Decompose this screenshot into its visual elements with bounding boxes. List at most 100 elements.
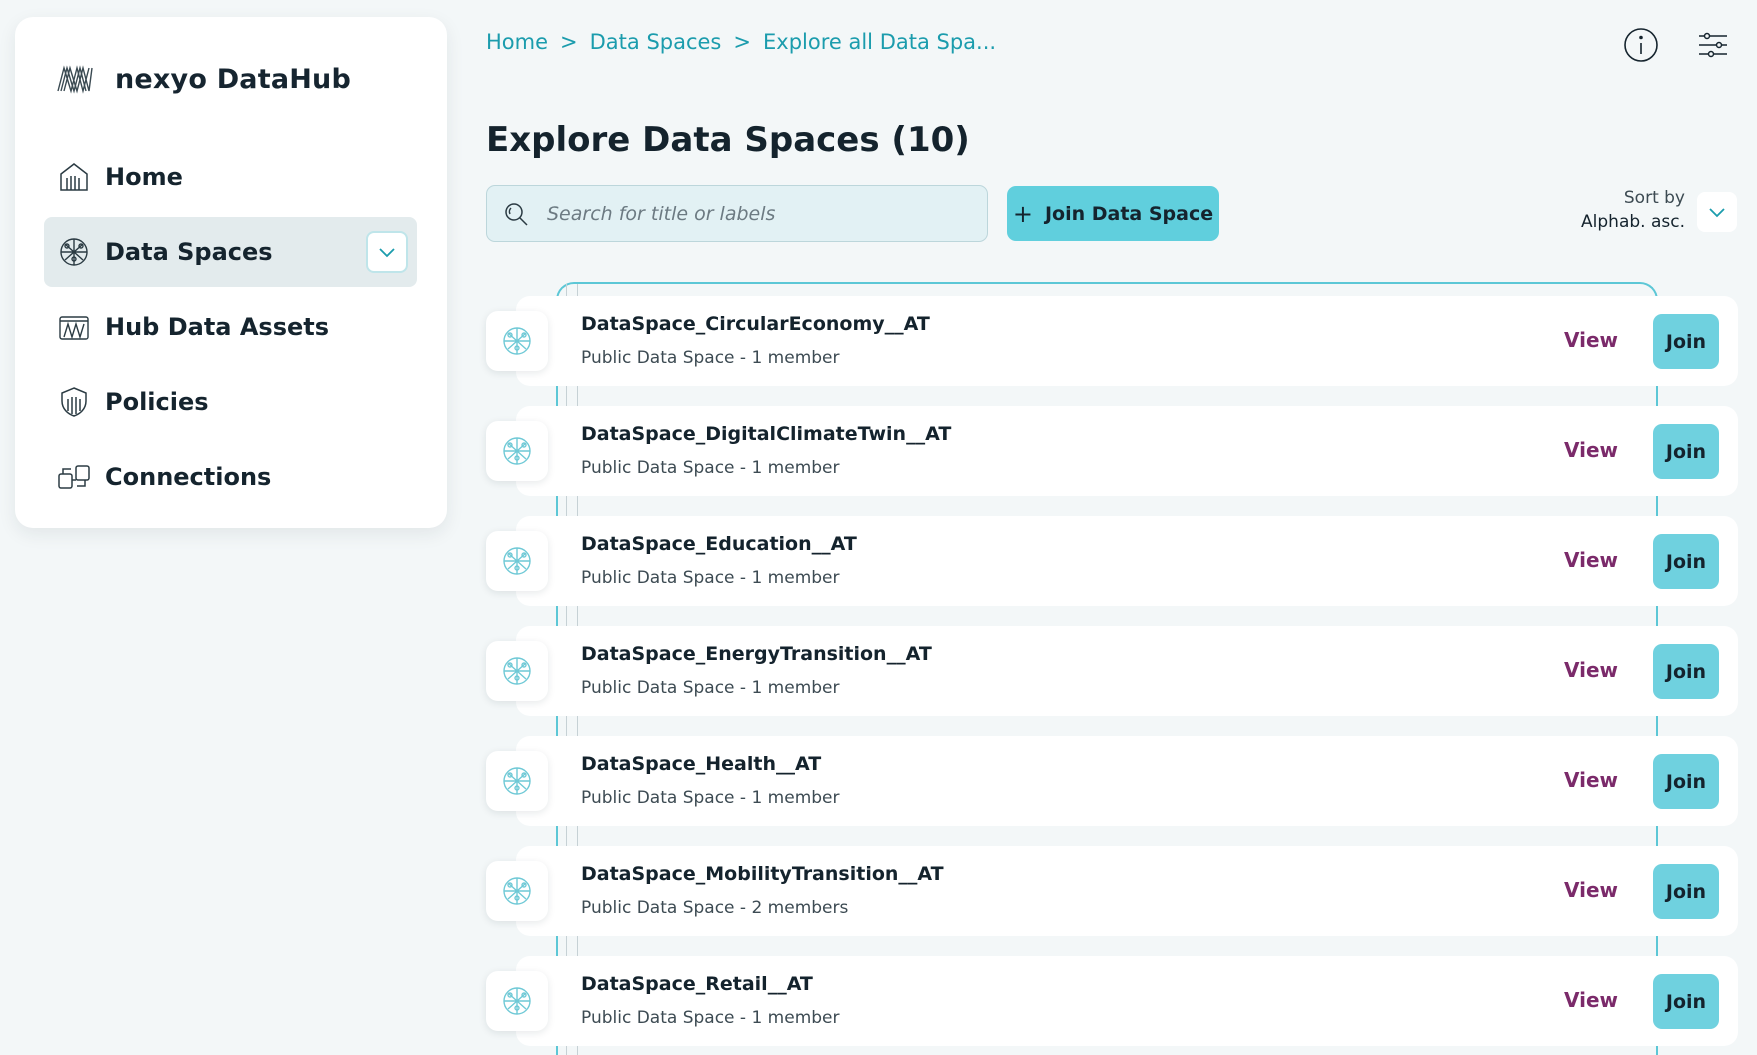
sidebar-item-label: Connections [105,463,272,491]
list-item-card [516,626,1738,716]
expand-submenu-button[interactable] [366,231,408,273]
plug-icon [58,465,90,489]
sidebar-item-data-spaces[interactable]: Data Spaces [44,217,417,287]
breadcrumb-separator: > [560,30,578,54]
sidebar-item-policies[interactable]: Policies [44,367,417,437]
data-space-subtitle: Public Data Space - 1 member [581,458,840,478]
home-icon [60,163,88,191]
view-button[interactable]: View [1564,548,1618,572]
globe-network-icon [503,767,531,795]
data-space-title: DataSpace_Health__AT [581,753,822,775]
sort-value: Alphab. asc. [1581,212,1685,232]
list-item-card [516,846,1738,936]
list-item: DataSpace_EnergyTransition__AT Public Da… [486,626,1738,716]
list-item-card [516,516,1738,606]
view-button[interactable]: View [1564,878,1618,902]
data-space-title: DataSpace_MobilityTransition__AT [581,863,944,885]
info-icon [1624,28,1658,62]
join-data-space-button[interactable]: + Join Data Space [1007,186,1219,241]
header-actions [1621,25,1733,65]
data-space-icon-box [486,861,548,921]
search-input[interactable] [547,202,967,225]
data-space-title: DataSpace_Education__AT [581,533,857,555]
info-button[interactable] [1621,25,1661,65]
search-icon [505,202,528,226]
join-button[interactable]: Join [1653,864,1719,919]
globe-network-icon [60,238,88,266]
sidebar-item-label: Home [105,163,183,191]
join-button[interactable]: Join [1653,314,1719,369]
list-item: DataSpace_Retail__AT Public Data Space -… [486,956,1738,1046]
sidebar-item-label: Policies [105,388,209,416]
list-item: DataSpace_CircularEconomy__AT Public Dat… [486,296,1738,386]
data-space-icon-box [486,531,548,591]
data-space-title: DataSpace_CircularEconomy__AT [581,313,930,335]
sidebar: nexyo DataHub Home Data Spaces Hub Data … [15,17,447,528]
page-title: Explore Data Spaces (10) [486,120,970,160]
data-space-subtitle: Public Data Space - 1 member [581,678,840,698]
data-space-icon-box [486,421,548,481]
sidebar-item-home[interactable]: Home [44,142,417,212]
breadcrumb-separator: > [733,30,751,54]
settings-button[interactable] [1693,25,1733,65]
join-button[interactable]: Join [1653,534,1719,589]
data-space-subtitle: Public Data Space - 1 member [581,348,840,368]
view-button[interactable]: View [1564,988,1618,1012]
globe-network-icon [503,437,531,465]
breadcrumb: Home > Data Spaces > Explore all Data Sp… [486,30,996,54]
view-button[interactable]: View [1564,658,1618,682]
globe-network-icon [503,657,531,685]
list-item: DataSpace_Health__AT Public Data Space -… [486,736,1738,826]
globe-network-icon [503,987,531,1015]
data-space-icon-box [486,311,548,371]
list-item-card [516,956,1738,1046]
brand[interactable]: nexyo DataHub [55,63,351,95]
data-space-list: DataSpace_CircularEconomy__AT Public Dat… [486,296,1738,1055]
view-button[interactable]: View [1564,768,1618,792]
plus-icon: + [1012,199,1033,228]
list-item: DataSpace_Education__AT Public Data Spac… [486,516,1738,606]
globe-network-icon [503,327,531,355]
data-space-subtitle: Public Data Space - 1 member [581,1008,840,1028]
data-space-subtitle: Public Data Space - 2 members [581,898,849,918]
data-assets-icon [59,316,89,340]
sidebar-item-connections[interactable]: Connections [44,442,417,512]
sort-label: Sort by [1623,188,1685,208]
app-name: nexyo DataHub [115,63,352,95]
sliders-icon [1699,32,1727,58]
breadcrumb-data-spaces[interactable]: Data Spaces [590,30,722,54]
data-space-subtitle: Public Data Space - 1 member [581,788,840,808]
sidebar-nav: Home Data Spaces Hub Data Assets Policie… [44,142,417,517]
data-space-title: DataSpace_EnergyTransition__AT [581,643,932,665]
nexyo-logo-icon [57,65,93,94]
list-item: DataSpace_DigitalClimateTwin__AT Public … [486,406,1738,496]
sidebar-item-label: Data Spaces [105,238,273,266]
join-data-space-label: Join Data Space [1044,202,1214,225]
data-space-title: DataSpace_DigitalClimateTwin__AT [581,423,952,445]
join-button[interactable]: Join [1653,644,1719,699]
search-box[interactable] [486,185,988,242]
join-button[interactable]: Join [1653,974,1719,1029]
globe-network-icon [503,547,531,575]
sidebar-item-label: Hub Data Assets [105,313,330,341]
breadcrumb-current[interactable]: Explore all Data Spa... [763,30,996,54]
join-button[interactable]: Join [1653,424,1719,479]
data-space-icon-box [486,641,548,701]
list-item-card [516,736,1738,826]
globe-network-icon [503,877,531,905]
join-button[interactable]: Join [1653,754,1719,809]
sidebar-item-hub-data-assets[interactable]: Hub Data Assets [44,292,417,362]
list-item-card [516,296,1738,386]
data-space-subtitle: Public Data Space - 1 member [581,568,840,588]
shield-icon [61,387,87,417]
sort-dropdown-button[interactable] [1697,192,1737,232]
breadcrumb-home[interactable]: Home [486,30,548,54]
data-space-title: DataSpace_Retail__AT [581,973,813,995]
view-button[interactable]: View [1564,328,1618,352]
chevron-down-icon [1709,208,1725,218]
chevron-down-icon [379,248,395,258]
list-item: DataSpace_MobilityTransition__AT Public … [486,846,1738,936]
view-button[interactable]: View [1564,438,1618,462]
sort-control[interactable]: Sort by Alphab. asc. [1581,188,1685,232]
data-space-icon-box [486,971,548,1031]
